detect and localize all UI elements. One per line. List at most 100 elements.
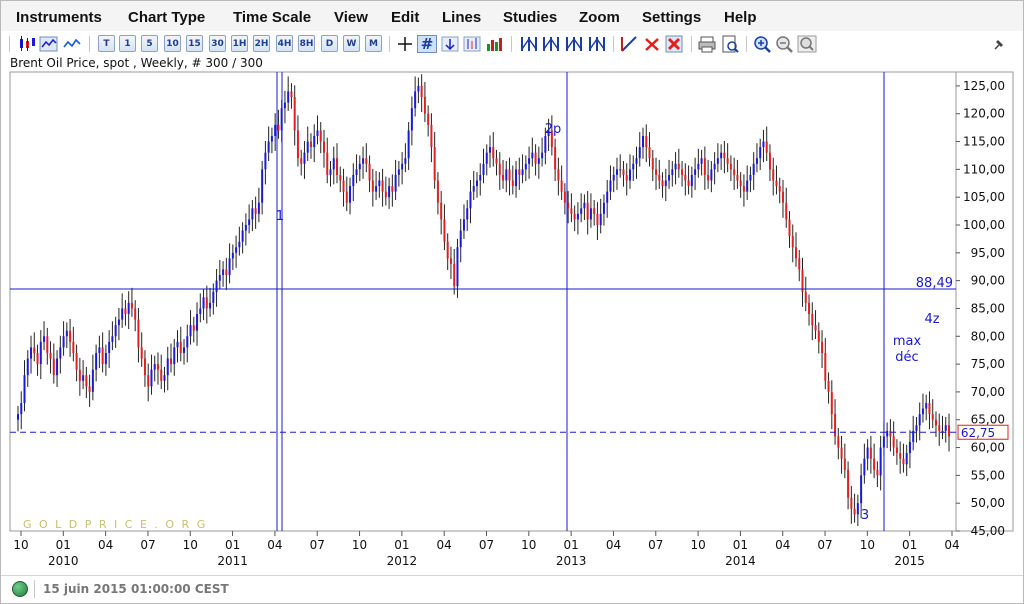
price-bar xyxy=(160,369,163,381)
plot-area[interactable] xyxy=(9,71,957,532)
price-bar xyxy=(127,302,130,315)
price-bar xyxy=(137,319,140,348)
price-bar xyxy=(589,208,592,220)
price-bar xyxy=(231,252,234,259)
price-bar xyxy=(824,352,827,381)
x-tick-label: 01 xyxy=(902,538,917,552)
price-bar xyxy=(560,180,563,192)
y-tick-label: 95,00 xyxy=(971,246,1005,260)
y-tick-label: 60,00 xyxy=(971,441,1005,455)
price-chart[interactable]: 45,00 50,00 55,00 60,00 65,00 70,00 75,00 80,00… xyxy=(1,1,1023,575)
y-tick-label: 55,00 xyxy=(971,468,1005,482)
price-bar xyxy=(554,147,557,170)
price-bar xyxy=(381,180,384,192)
price-bar xyxy=(186,336,189,348)
price-bar xyxy=(931,414,934,420)
price-bar xyxy=(811,314,814,326)
price-bar xyxy=(427,113,430,125)
price-bar xyxy=(326,152,329,175)
price-bar xyxy=(599,213,602,225)
watermark-text: G O L D P R I C E . O R G xyxy=(23,518,207,531)
price-bar xyxy=(218,275,221,281)
price-bar xyxy=(781,191,784,203)
price-bar xyxy=(440,202,443,220)
price-bar xyxy=(449,258,452,264)
price-bar xyxy=(283,102,286,109)
price-bar xyxy=(300,158,303,164)
price-bar xyxy=(508,169,511,181)
price-bar xyxy=(632,163,635,170)
price-bar xyxy=(785,202,788,220)
x-tick-label: 07 xyxy=(310,538,325,552)
price-bar xyxy=(371,180,374,192)
price-bar xyxy=(358,163,361,170)
horizontal-line-label: 88,49 xyxy=(916,276,953,291)
price-bar xyxy=(238,241,241,248)
price-bar xyxy=(147,375,150,387)
price-bar xyxy=(853,508,856,515)
price-bar xyxy=(436,180,439,203)
price-bar xyxy=(759,147,762,159)
price-bar xyxy=(261,169,264,203)
price-bar xyxy=(121,308,124,320)
price-bar xyxy=(244,225,247,231)
price-bar xyxy=(938,425,941,431)
price-bar xyxy=(593,208,596,214)
price-bar xyxy=(726,158,729,164)
price-bar xyxy=(742,186,745,192)
price-bar xyxy=(570,208,573,214)
price-bar xyxy=(801,269,804,292)
price-bar xyxy=(352,174,355,187)
price-bar xyxy=(642,135,645,148)
price-bar xyxy=(205,297,208,309)
price-bar xyxy=(586,202,589,220)
price-bar xyxy=(596,213,599,225)
price-bar xyxy=(557,169,560,181)
price-bar xyxy=(417,85,420,92)
price-bar xyxy=(287,91,290,103)
price-bar xyxy=(222,269,225,276)
price-bar xyxy=(746,180,749,192)
price-bar xyxy=(655,169,658,175)
price-bar xyxy=(303,152,306,164)
price-bar xyxy=(391,186,394,192)
status-divider xyxy=(34,580,35,598)
y-tick-label: 50,00 xyxy=(971,496,1005,510)
y-tick-label: 85,00 xyxy=(971,301,1005,315)
price-bar xyxy=(329,169,332,175)
price-bar xyxy=(788,219,791,237)
price-bar xyxy=(615,169,618,175)
price-bar xyxy=(78,369,81,381)
x-tick-label: 10 xyxy=(13,538,28,552)
price-bar xyxy=(498,163,501,175)
price-bar xyxy=(397,169,400,175)
x-tick-label: 01 xyxy=(563,538,578,552)
price-bar xyxy=(49,352,52,359)
price-bar xyxy=(677,163,680,170)
price-bar xyxy=(95,352,98,370)
price-bar xyxy=(511,180,514,187)
price-bar xyxy=(69,330,72,342)
price-bar xyxy=(531,152,534,159)
x-year-label: 2015 xyxy=(894,554,925,568)
price-bar xyxy=(62,336,65,348)
price-bar xyxy=(892,436,895,448)
price-bar xyxy=(189,325,192,337)
price-bar xyxy=(306,141,309,153)
y-tick-label: 75,00 xyxy=(971,357,1005,371)
price-bar xyxy=(241,230,244,242)
price-bar xyxy=(537,158,540,164)
price-bar xyxy=(52,358,55,376)
price-bar xyxy=(658,174,661,181)
x-tick-label: 01 xyxy=(394,538,409,552)
price-bar xyxy=(541,152,544,159)
price-bar xyxy=(576,213,579,220)
price-bar xyxy=(23,375,26,404)
price-bar xyxy=(293,97,296,131)
x-tick-label: 07 xyxy=(140,538,155,552)
price-bar xyxy=(339,174,342,181)
price-bar xyxy=(908,441,911,454)
price-bar xyxy=(111,336,114,342)
price-bar xyxy=(694,169,697,175)
price-bar xyxy=(814,325,817,331)
